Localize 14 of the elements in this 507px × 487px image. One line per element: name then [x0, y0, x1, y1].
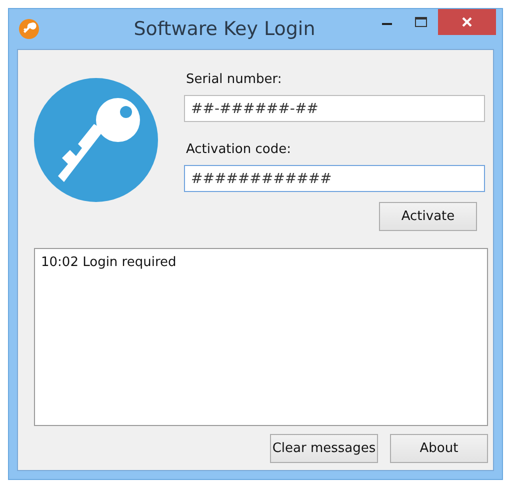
about-button[interactable]: About [390, 434, 488, 463]
field-label: Serial number: [186, 72, 283, 87]
maximize-icon [415, 17, 427, 27]
window-title: Software Key Login [132, 18, 316, 40]
activate-button[interactable]: Activate [379, 202, 477, 231]
close-icon [461, 16, 473, 28]
input-field[interactable]: ##-######-## [184, 95, 485, 122]
log-message: 10:02 Login required [41, 255, 176, 270]
key-icon [34, 78, 158, 202]
clear-button[interactable]: Clear messages [270, 434, 378, 463]
input-field[interactable]: ############ [184, 165, 485, 192]
key-icon [19, 19, 39, 39]
close-button[interactable] [438, 9, 496, 35]
field-label: Activation code: [186, 142, 292, 157]
